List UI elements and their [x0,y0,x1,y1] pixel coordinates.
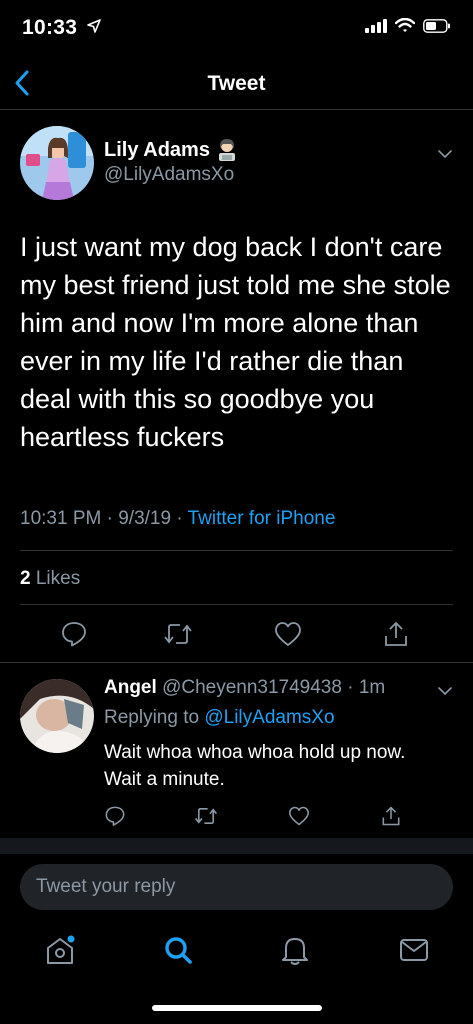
divider [20,550,453,551]
replying-mention-link[interactable]: @LilyAdamsXo [204,707,334,728]
reply-author-handle: @Cheyenn31749438 [162,677,342,698]
share-icon [382,806,400,826]
divider [20,604,453,605]
replying-to: Replying to @LilyAdamsXo [104,707,335,729]
section-separator [0,838,473,854]
author-name[interactable]: Lily Adams [104,138,238,162]
messages-icon [400,939,428,961]
woman-technologist-emoji-icon [218,139,235,161]
chevron-down-icon [438,150,452,159]
reply-retweet-button[interactable] [193,803,219,829]
likes-count[interactable]: 2 Likes [20,568,80,590]
notifications-icon [282,938,308,965]
likes-label: Likes [35,568,81,589]
wifi-icon [395,18,415,32]
share-icon [385,622,407,646]
tab-notifications[interactable] [277,932,313,968]
tab-messages[interactable] [396,932,432,968]
reply-icon [105,806,125,826]
meta-separator: · [176,508,188,529]
author-avatar-image [20,126,94,200]
reply-avatar-image [20,679,94,753]
reply-time: 1m [358,677,386,698]
reply-icon [62,622,86,647]
reply-header: Angel @Cheyenn31749438 · 1m [104,677,385,699]
like-button[interactable] [272,618,304,650]
reply-share-button[interactable] [378,803,404,829]
tweet-time: 10:31 PM [20,508,102,529]
retweet-button[interactable] [162,618,194,650]
reply-text: Wait whoa whoa whoa hold up now. Wait a … [104,742,406,790]
reply-reply-button[interactable] [102,803,128,829]
tweet-source-link[interactable]: Twitter for iPhone [188,508,336,529]
author-handle: @LilyAdamsXo [104,164,235,185]
tab-search[interactable] [160,932,196,968]
reply-like-button[interactable] [286,803,312,829]
reply-tweet[interactable]: Angel @Cheyenn31749438 · 1m Replying to … [0,662,473,838]
like-icon [275,622,301,646]
reply-author-avatar[interactable] [20,679,94,753]
reply-actions [0,803,473,831]
tweet-actions [0,618,473,654]
tweet-text: I just want my dog back I don't care my … [20,232,451,452]
author-name-text: Lily Adams [104,138,210,161]
reply-compose-box[interactable] [20,864,453,910]
retweet-icon [164,624,192,644]
share-button[interactable] [380,618,412,650]
reply-input[interactable] [36,876,436,898]
reply-separator: · [347,677,359,698]
search-icon [165,937,192,964]
reply-author-name[interactable]: Angel [104,677,157,698]
replying-prefix: Replying to [104,707,200,728]
location-arrow-icon [87,19,102,33]
nav-title: Tweet [207,72,266,95]
status-icons [365,18,451,33]
status-bar: 10:33 [0,0,473,60]
retweet-icon [194,808,218,824]
home-indicator[interactable] [152,1005,322,1011]
likes-number: 2 [20,568,31,589]
signal-icon [365,18,387,33]
status-time: 10:33 [22,16,102,40]
reply-options-button[interactable] [437,683,453,701]
status-time-text: 10:33 [22,16,78,39]
tab-home[interactable] [42,932,78,968]
tweet-options-button[interactable] [437,146,453,164]
reply-button[interactable] [58,618,90,650]
battery-icon [423,18,450,33]
home-icon [47,935,75,964]
author-avatar[interactable] [20,126,94,200]
tweet-date: 9/3/19 [118,508,172,529]
tweet-meta: 10:31 PM · 9/3/19 · Twitter for iPhone [20,508,335,530]
like-icon [289,806,309,826]
nav-bar: Tweet [0,60,473,110]
chevron-down-icon [438,687,452,696]
meta-separator: · [106,508,119,529]
tab-bar [0,920,473,980]
